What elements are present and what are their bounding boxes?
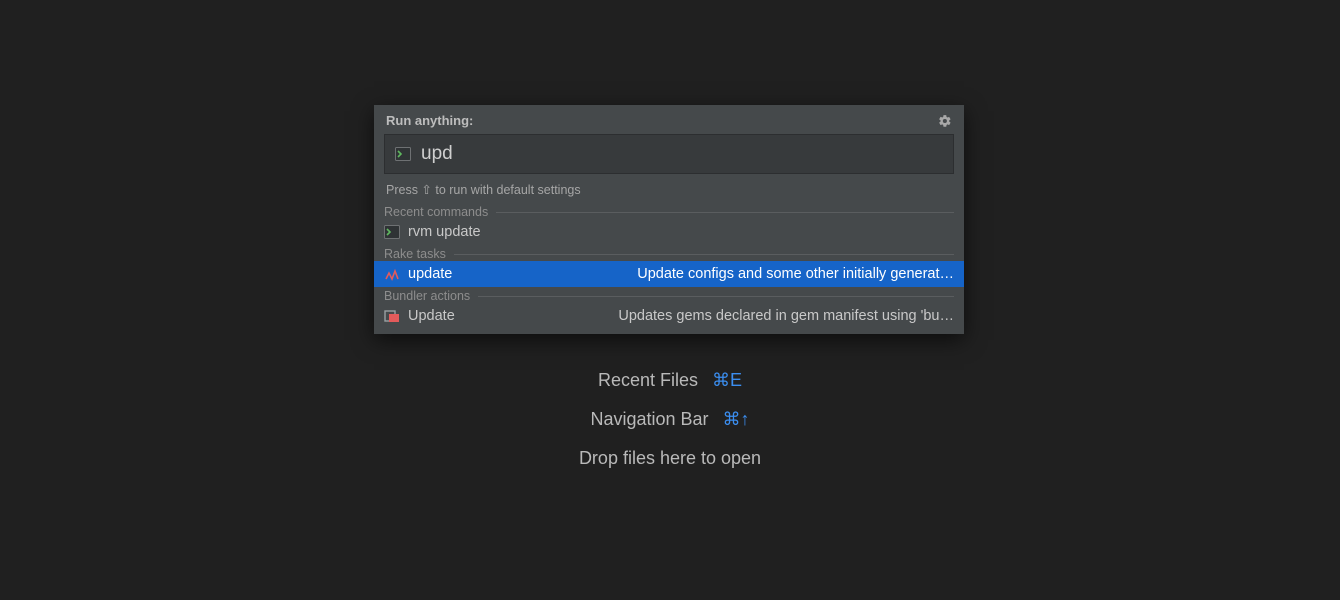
separator-line [496,212,954,213]
section-bundler-actions: Bundler actions [374,289,964,303]
list-item-bundler-update[interactable]: Update Updates gems declared in gem mani… [374,303,964,334]
terminal-icon [384,224,400,240]
shift-hint: Press ⇧ to run with default settings [374,174,964,203]
run-anything-popup: Run anything: Press ⇧ to run with defaul… [374,105,964,334]
terminal-icon [395,146,411,162]
hint-row: Drop files here to open [579,448,761,469]
section-label: Bundler actions [384,289,470,303]
section-label: Rake tasks [384,247,446,261]
hint-row: Recent Files ⌘E [598,370,742,391]
hint-shortcut: ⌘E [712,370,742,391]
separator-line [478,296,954,297]
hint-label: Recent Files [598,370,698,391]
popup-title: Run anything: [386,113,473,128]
list-item-label: Update [408,308,455,324]
bundler-icon [384,308,400,324]
search-input[interactable] [421,143,943,165]
section-rake-tasks: Rake tasks [374,247,964,261]
section-recent-commands: Recent commands [374,205,964,219]
gear-icon[interactable] [938,114,952,128]
rake-icon [384,266,400,282]
list-item-rvm-update[interactable]: rvm update [374,219,964,245]
list-item-label: update [408,266,452,282]
list-item-description: Updates gems declared in gem manifest us… [483,308,954,324]
popup-header: Run anything: [374,105,964,134]
separator-line [454,254,954,255]
hint-shortcut: ⌘↑ [723,409,750,430]
section-label: Recent commands [384,205,488,219]
search-box[interactable] [384,134,954,174]
list-item-rake-update[interactable]: update Update configs and some other ini… [374,261,964,287]
hint-row: Navigation Bar ⌘↑ [590,409,749,430]
hint-label: Drop files here to open [579,448,761,469]
editor-empty-hints: Recent Files ⌘E Navigation Bar ⌘↑ Drop f… [0,370,1340,469]
list-item-label: rvm update [408,224,481,240]
hint-label: Navigation Bar [590,409,708,430]
list-item-description: Update configs and some other initially … [480,266,954,282]
